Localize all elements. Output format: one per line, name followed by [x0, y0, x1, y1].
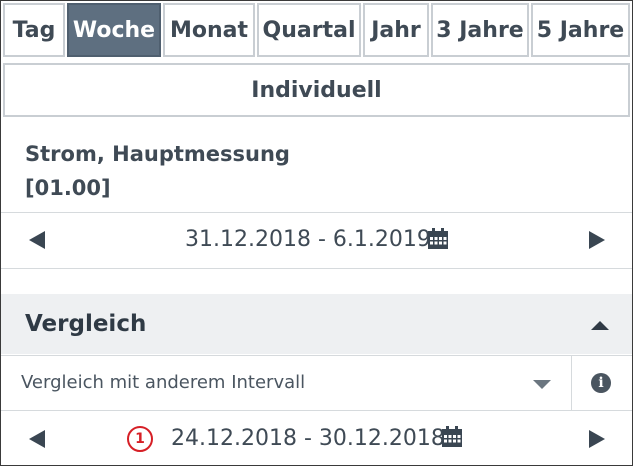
comparison-title: Vergleich [25, 311, 147, 337]
tab-3-jahre[interactable]: 3 Jahre [431, 3, 529, 57]
meter-name: Strom, Hauptmessung [25, 142, 290, 166]
previous-comparison-button[interactable] [29, 430, 45, 448]
tab-tag[interactable]: Tag [3, 3, 65, 57]
period-range: 31.12.2018 - 6.1.2019 [185, 227, 431, 252]
tab-5-jahre[interactable]: 5 Jahre [531, 3, 630, 57]
tab-individuell[interactable]: Individuell [3, 63, 630, 117]
period-navigator: 31.12.2018 - 6.1.2019 [1, 214, 632, 266]
divider [1, 212, 632, 213]
calendar-icon[interactable] [427, 228, 449, 250]
previous-period-button[interactable] [29, 231, 45, 249]
comparison-navigator: 24.12.2018 - 30.12.2018 [1, 413, 632, 465]
period-tabs: Tag Woche Monat Quartal Jahr 3 Jahre 5 J… [3, 3, 632, 61]
comparison-select-row: Vergleich mit anderem Intervall i [1, 355, 632, 411]
comparison-mode-select[interactable]: Vergleich mit anderem Intervall [1, 356, 571, 410]
tab-monat[interactable]: Monat [163, 3, 255, 57]
divider [1, 268, 632, 269]
comparison-section-header[interactable]: Vergleich [1, 294, 632, 354]
tab-woche[interactable]: Woche [67, 3, 161, 57]
calendar-icon[interactable] [441, 426, 463, 448]
comparison-range: 24.12.2018 - 30.12.2018 [171, 426, 445, 451]
meter-info: Strom, Hauptmessung [01.00] [25, 137, 290, 205]
divider [571, 356, 572, 410]
tab-jahr[interactable]: Jahr [363, 3, 429, 57]
callout-marker: 1 [127, 426, 153, 452]
comparison-mode-value: Vergleich mit anderem Intervall [21, 372, 306, 393]
info-icon[interactable]: i [591, 373, 611, 393]
tab-quartal[interactable]: Quartal [257, 3, 361, 57]
period-panel: Tag Woche Monat Quartal Jahr 3 Jahre 5 J… [0, 0, 633, 466]
chevron-down-icon [533, 380, 551, 389]
collapse-icon[interactable] [591, 321, 609, 330]
meter-id: [01.00] [25, 176, 111, 200]
next-period-button[interactable] [589, 231, 605, 249]
next-comparison-button[interactable] [589, 430, 605, 448]
